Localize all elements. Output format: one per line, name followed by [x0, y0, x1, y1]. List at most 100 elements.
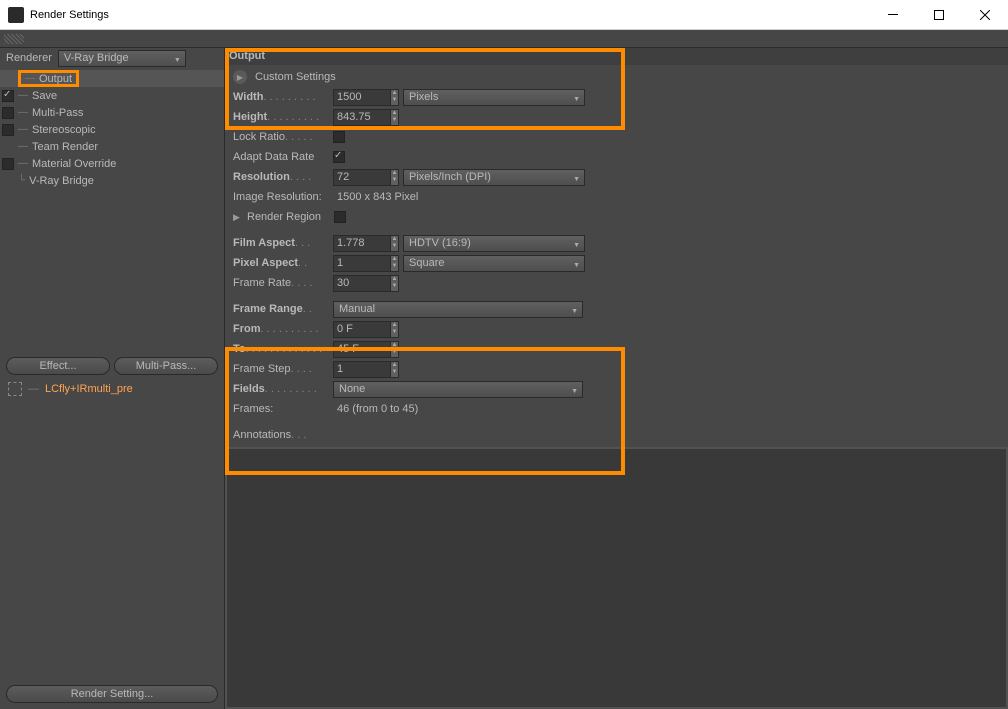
to-spinner[interactable]: ▲▼	[391, 341, 399, 358]
render-region-row: ▶ Render Region	[225, 207, 1008, 227]
preset-name: LCfly+IRmulti_pre	[45, 383, 133, 395]
multipass-button[interactable]: Multi-Pass...	[114, 357, 218, 375]
from-label: From	[233, 323, 261, 335]
frame-step-label: Frame Step	[233, 363, 290, 375]
img-res-label: Image Resolution:	[233, 191, 322, 203]
content-area: Renderer V-Ray Bridge — Output — Save	[0, 48, 1008, 709]
width-label: Width	[233, 91, 263, 103]
dots: . . . .	[290, 363, 333, 375]
image-resolution-row: Image Resolution: 1500 x 843 Pixel	[225, 187, 1008, 207]
dots: . . . .	[290, 171, 333, 183]
window-controls	[870, 0, 1008, 29]
frame-range-label: Frame Range	[233, 303, 303, 315]
to-row: To . . . . . . . . . . . . . ▲▼	[225, 339, 1008, 359]
height-input[interactable]	[333, 109, 391, 126]
dots: . . . . . . . . . .	[261, 323, 334, 335]
tree-item-vray-bridge[interactable]: └ V-Ray Bridge	[0, 172, 224, 189]
tree-label: Material Override	[32, 158, 116, 170]
renderer-label: Renderer	[6, 52, 52, 64]
fields-select[interactable]: None	[333, 381, 583, 398]
stereoscopic-checkbox[interactable]	[2, 124, 14, 136]
tree-item-material-override[interactable]: — Material Override	[0, 155, 224, 172]
close-button[interactable]	[962, 0, 1008, 29]
tree-item-multipass[interactable]: — Multi-Pass	[0, 104, 224, 121]
frames-row: Frames: 46 (from 0 to 45)	[225, 399, 1008, 419]
dots: . .	[303, 303, 333, 315]
tree-label: V-Ray Bridge	[29, 175, 94, 187]
dots: . . .	[291, 429, 333, 441]
frame-rate-row: Frame Rate . . . . ▲▼	[225, 273, 1008, 293]
tree-line-icon: —	[18, 90, 28, 101]
render-setting-button[interactable]: Render Setting...	[6, 685, 218, 703]
preset-icon	[8, 382, 22, 396]
custom-settings-expand-icon[interactable]: ▶	[233, 70, 247, 84]
frame-step-spinner[interactable]: ▲▼	[391, 361, 399, 378]
renderer-row: Renderer V-Ray Bridge	[0, 48, 224, 68]
annotations-area[interactable]	[227, 449, 1006, 707]
tree-item-team-render[interactable]: — Team Render	[0, 138, 224, 155]
window-title: Render Settings	[30, 9, 870, 21]
titlebar: Render Settings	[0, 0, 1008, 30]
tree-label: Stereoscopic	[32, 124, 96, 136]
maximize-button[interactable]	[916, 0, 962, 29]
effect-button[interactable]: Effect...	[6, 357, 110, 375]
render-region-expand-icon[interactable]: ▶	[233, 212, 243, 223]
left-spacer	[0, 400, 224, 682]
resolution-input[interactable]	[333, 169, 391, 186]
tree-line-icon: —	[18, 124, 28, 135]
dots: . . . . . . . . .	[265, 383, 333, 395]
film-aspect-label: Film Aspect	[233, 237, 295, 249]
height-spinner[interactable]: ▲▼	[391, 109, 399, 126]
dots: . . . .	[291, 277, 333, 289]
film-aspect-input[interactable]	[333, 235, 391, 252]
tree-chk-spacer	[2, 73, 14, 85]
renderer-select[interactable]: V-Ray Bridge	[58, 50, 186, 67]
frame-range-select[interactable]: Manual	[333, 301, 583, 318]
toolbar-strip	[0, 30, 1008, 48]
frame-rate-spinner[interactable]: ▲▼	[391, 275, 399, 292]
frame-rate-input[interactable]	[333, 275, 391, 292]
drag-grip-icon[interactable]	[4, 34, 24, 44]
film-aspect-row: Film Aspect . . . ▲▼ HDTV (16:9)	[225, 233, 1008, 253]
width-spinner[interactable]: ▲▼	[391, 89, 399, 106]
tree-item-output[interactable]: — Output	[0, 70, 224, 87]
img-res-value: 1500 x 843 Pixel	[337, 191, 418, 203]
app-icon	[8, 7, 24, 23]
width-unit-select[interactable]: Pixels	[403, 89, 585, 106]
render-region-checkbox[interactable]	[334, 211, 346, 223]
tree-chk-spacer	[2, 141, 14, 153]
minimize-button[interactable]	[870, 0, 916, 29]
height-label: Height	[233, 111, 267, 123]
annotations-row: Annotations . . .	[225, 425, 1008, 445]
multipass-checkbox[interactable]	[2, 107, 14, 119]
fields-row: Fields . . . . . . . . . None	[225, 379, 1008, 399]
from-input[interactable]	[333, 321, 391, 338]
custom-settings-row: ▶ Custom Settings	[225, 67, 1008, 87]
lock-ratio-checkbox[interactable]	[333, 131, 345, 143]
width-input[interactable]	[333, 89, 391, 106]
resolution-spinner[interactable]: ▲▼	[391, 169, 399, 186]
preset-row[interactable]: — LCfly+IRmulti_pre	[0, 378, 224, 400]
dots: . . . . .	[285, 131, 333, 143]
film-aspect-select[interactable]: HDTV (16:9)	[403, 235, 585, 252]
pixel-aspect-spinner[interactable]: ▲▼	[391, 255, 399, 272]
tree-item-stereoscopic[interactable]: — Stereoscopic	[0, 121, 224, 138]
material-override-checkbox[interactable]	[2, 158, 14, 170]
tree-item-save[interactable]: — Save	[0, 87, 224, 104]
film-aspect-spinner[interactable]: ▲▼	[391, 235, 399, 252]
frame-step-input[interactable]	[333, 361, 391, 378]
custom-settings-label: Custom Settings	[255, 71, 336, 83]
dots: . .	[298, 257, 333, 269]
right-panel: Output ▶ Custom Settings Width . . . . .…	[225, 48, 1008, 709]
left-buttons: Effect... Multi-Pass...	[0, 354, 224, 378]
tree-label: Output	[39, 73, 72, 85]
from-spinner[interactable]: ▲▼	[391, 321, 399, 338]
pixel-aspect-input[interactable]	[333, 255, 391, 272]
output-section-header: Output	[225, 48, 1008, 65]
resolution-unit-select[interactable]: Pixels/Inch (DPI)	[403, 169, 585, 186]
pixel-aspect-select[interactable]: Square	[403, 255, 585, 272]
to-input[interactable]	[333, 341, 391, 358]
tree-label: Team Render	[32, 141, 98, 153]
adapt-data-checkbox[interactable]	[333, 151, 345, 163]
save-checkbox[interactable]	[2, 90, 14, 102]
